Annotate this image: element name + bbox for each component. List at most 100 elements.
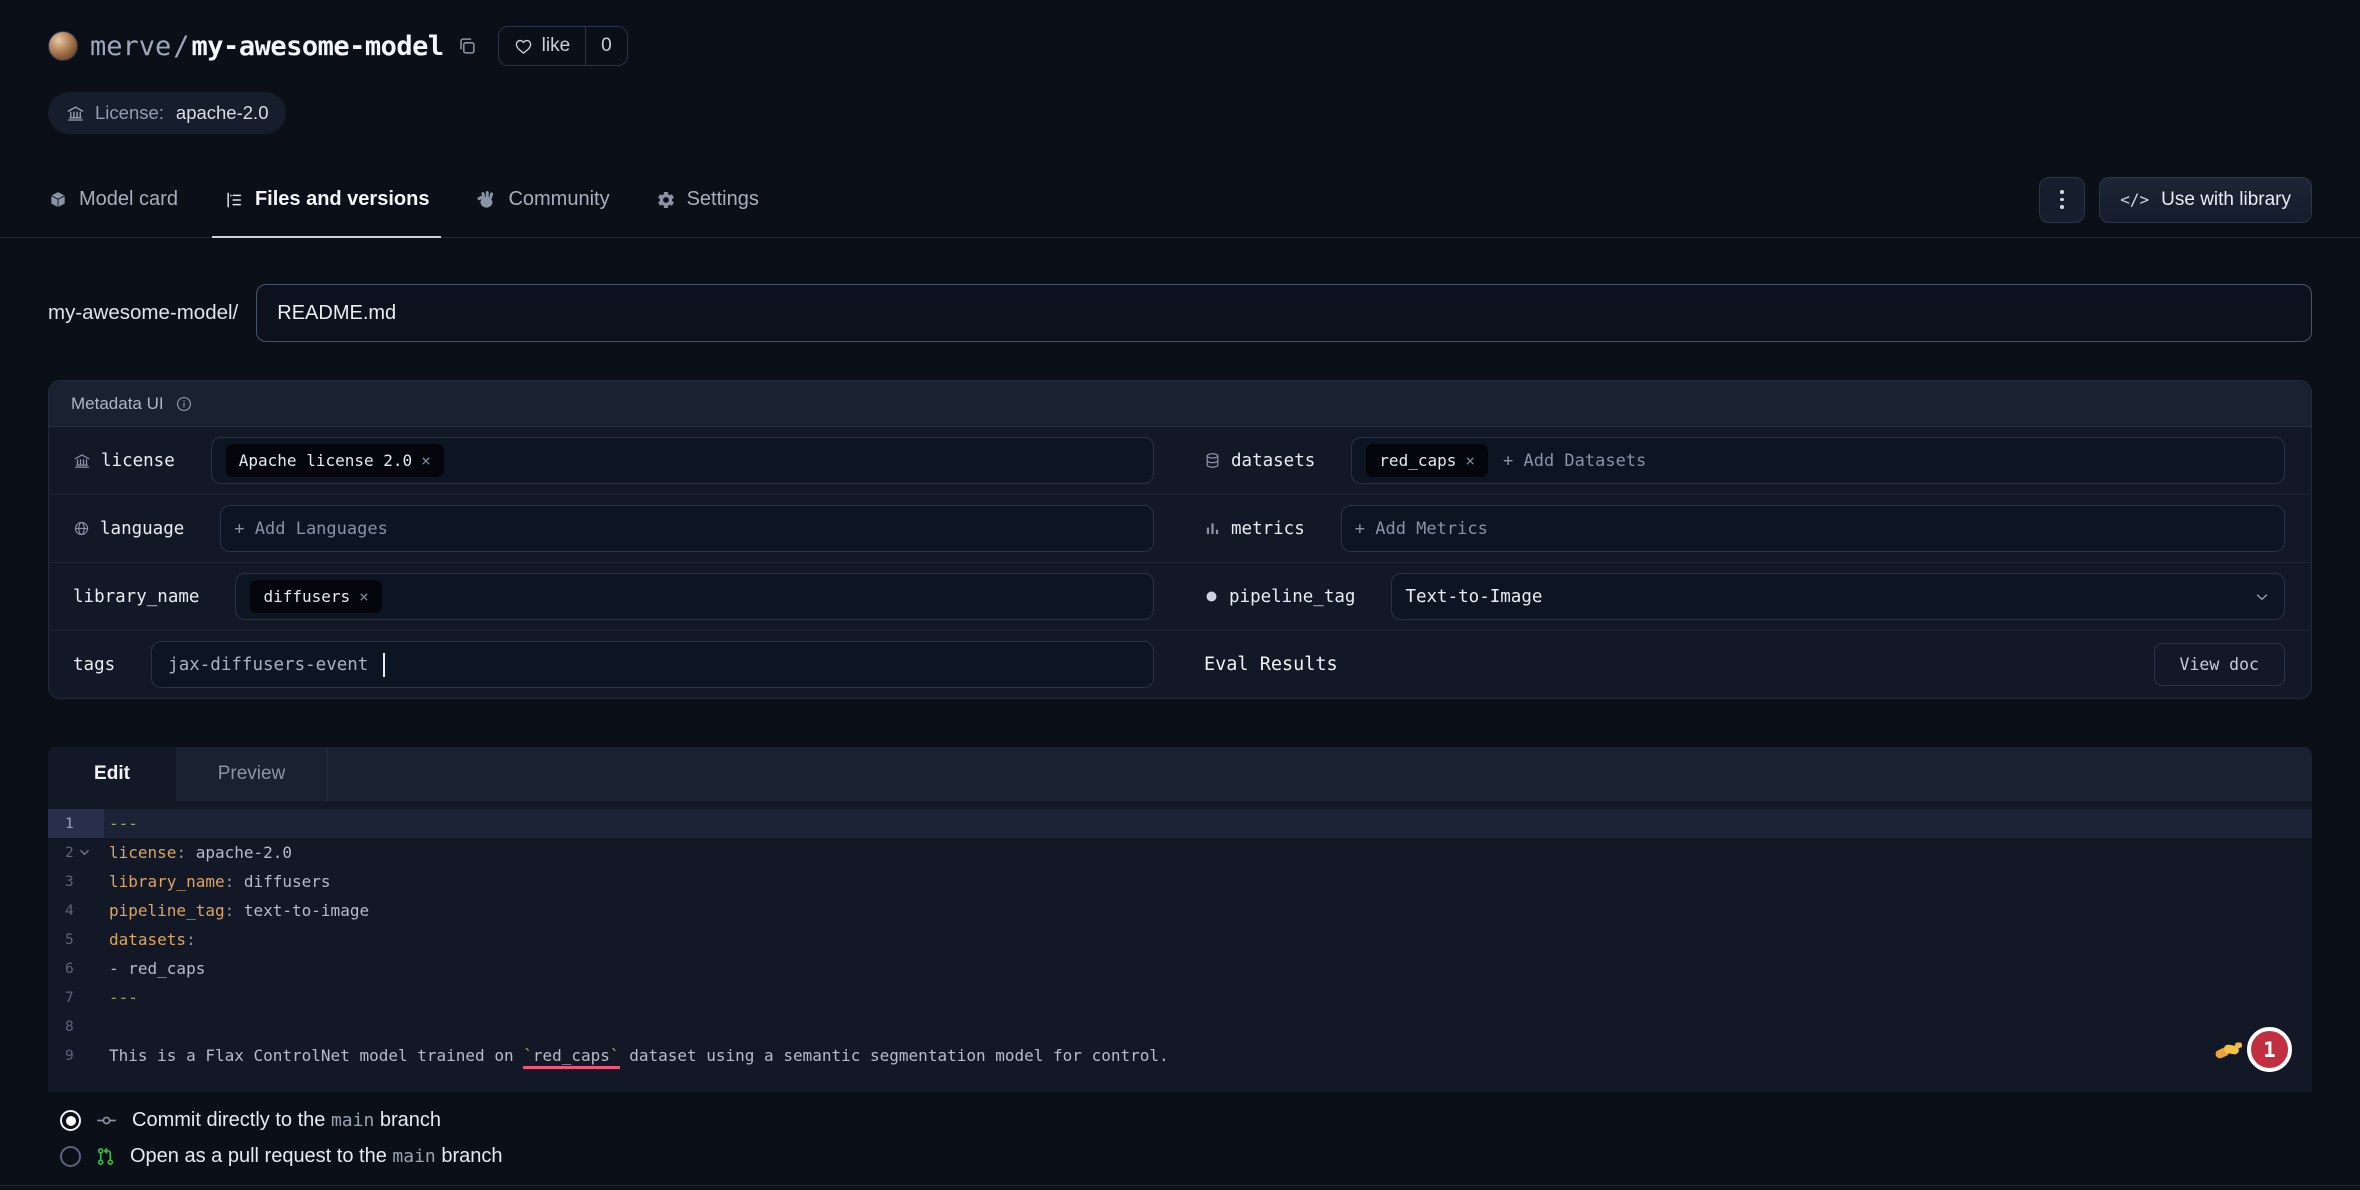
bar-chart-icon [1204,520,1221,537]
tab-settings[interactable]: Settings [656,162,759,237]
remove-chip-icon[interactable]: × [1465,451,1475,470]
code-line: 2 license: apache-2.0 [48,838,2312,867]
avatar[interactable] [48,31,78,61]
use-with-library-label: Use with library [2161,189,2291,211]
handshake-icon [2213,1037,2245,1063]
model-repo-page: merve / my-awesome-model like 0 License:… [0,0,2360,1190]
path-prefix: my-awesome-model/ [48,301,238,325]
database-icon [1204,452,1221,469]
copy-icon[interactable] [456,35,478,57]
editor-tabbar: Edit Preview [48,747,2312,801]
tab-actions: </> Use with library [2039,177,2312,223]
language-field: language + Add Languages [49,495,1180,562]
repo-name-link[interactable]: my-awesome-model [192,31,444,62]
datasets-field-label: datasets [1231,451,1315,471]
code-line: 7 --- [48,983,2312,1012]
license-badge-label: License: [95,102,164,124]
line-number: 1 [48,809,104,838]
library-name-field: library_name diffusers × [49,563,1180,630]
code-editor[interactable]: 1 --- 2 license: apache-2.0 3 library_na… [48,801,2312,1092]
code-text: library_name: diffusers [104,872,331,891]
license-field-label: license [101,451,175,471]
code-line: 4 pipeline_tag: text-to-image [48,896,2312,925]
pipeline-tag-value: Text-to-Image [1405,587,1542,607]
code-line: 8 [48,1012,2312,1041]
code-line: 9 This is a Flax ControlNet model traine… [48,1041,2312,1070]
circle-icon [1204,589,1219,604]
chevron-down-icon [2253,588,2271,606]
cube-icon [48,190,68,210]
tab-files-and-versions[interactable]: Files and versions [224,162,430,237]
metrics-field-label: metrics [1231,519,1305,539]
view-doc-button[interactable]: View doc [2154,643,2285,686]
globe-icon [73,520,90,537]
repo-separator: / [173,31,189,62]
chip-text: diffusers [263,587,350,606]
license-badge-value: apache-2.0 [176,102,269,124]
code-text: --- [104,988,138,1007]
info-icon[interactable] [175,395,193,413]
chip-text: Apache license 2.0 [239,451,412,470]
bottom-divider [0,1185,2360,1186]
commit-direct-option[interactable]: Commit directly to the main branch [60,1109,2312,1132]
tags-field-label: tags [73,655,115,675]
tab-community[interactable]: Community [475,162,609,237]
radio-commit-direct[interactable] [60,1110,81,1131]
tab-model-card[interactable]: Model card [48,162,178,237]
datasets-input[interactable]: red_caps × + Add Datasets [1351,437,2285,484]
license-badge[interactable]: License: apache-2.0 [48,92,286,134]
language-input[interactable]: + Add Languages [220,505,1154,552]
commit-options: Commit directly to the main branch Open … [48,1109,2312,1168]
fold-chevron-icon[interactable] [79,848,90,857]
filename-input[interactable] [256,284,2312,342]
language-placeholder: + Add Languages [234,519,388,539]
use-with-library-button[interactable]: </> Use with library [2099,177,2312,223]
commit-icon [95,1109,118,1132]
license-input[interactable]: Apache license 2.0 × [211,437,1154,484]
pipeline-tag-select[interactable]: Text-to-Image [1391,573,2285,620]
metadata-row-3: library_name diffusers × pipeline_tag Te… [49,562,2311,630]
tab-edit[interactable]: Edit [48,747,176,801]
heart-icon [514,37,533,56]
metadata-ui-panel: Metadata UI license Apache license 2.0 × [48,380,2312,699]
more-options-button[interactable] [2039,177,2085,223]
like-label: like [542,35,571,57]
dataset-chip: red_caps × [1365,443,1489,478]
like-button[interactable]: like 0 [498,26,628,66]
like-count[interactable]: 0 [585,27,627,65]
line-number: 2 [48,838,104,867]
pull-request-icon [95,1146,116,1167]
library-chip: diffusers × [249,579,382,614]
metrics-input[interactable]: + Add Metrics [1341,505,2285,552]
line-number: 9 [48,1041,104,1070]
metadata-row-2: language + Add Languages metrics + Add M… [49,494,2311,562]
tab-label: Files and versions [255,188,430,211]
library-name-input[interactable]: diffusers × [235,573,1154,620]
datasets-field: datasets red_caps × + Add Datasets [1180,427,2311,494]
code-icon: </> [2120,190,2149,209]
remove-chip-icon[interactable]: × [421,451,431,470]
hand-icon [475,189,497,211]
radio-open-pr[interactable] [60,1146,81,1167]
metrics-field: metrics + Add Metrics [1180,495,2311,562]
code-line: 5 datasets: [48,925,2312,954]
code-line: 1 --- [48,809,2312,838]
tab-preview[interactable]: Preview [176,747,328,801]
kebab-icon [2060,190,2064,194]
code-line: 3 library_name: diffusers [48,867,2312,896]
commit-pr-text: Open as a pull request to the main branc… [130,1145,502,1168]
commit-pr-option[interactable]: Open as a pull request to the main branc… [60,1145,2312,1168]
tab-label: Model card [79,188,178,211]
line-number: 8 [48,1012,104,1041]
remove-chip-icon[interactable]: × [359,587,369,606]
metadata-row-1: license Apache license 2.0 × datasets re… [49,427,2311,494]
pipeline-tag-field-label: pipeline_tag [1229,587,1355,607]
chip-text: red_caps [1379,451,1456,470]
like-button-main[interactable]: like [499,27,586,65]
line-number: 6 [48,954,104,983]
tags-input[interactable]: jax-diffusers-event [151,641,1154,688]
library-name-field-label: library_name [73,587,199,607]
readme-editor: Edit Preview 1 --- 2 license: apache-2.0… [48,747,2312,1092]
code-line: 6 - red_caps [48,954,2312,983]
repo-owner-link[interactable]: merve [90,31,171,62]
